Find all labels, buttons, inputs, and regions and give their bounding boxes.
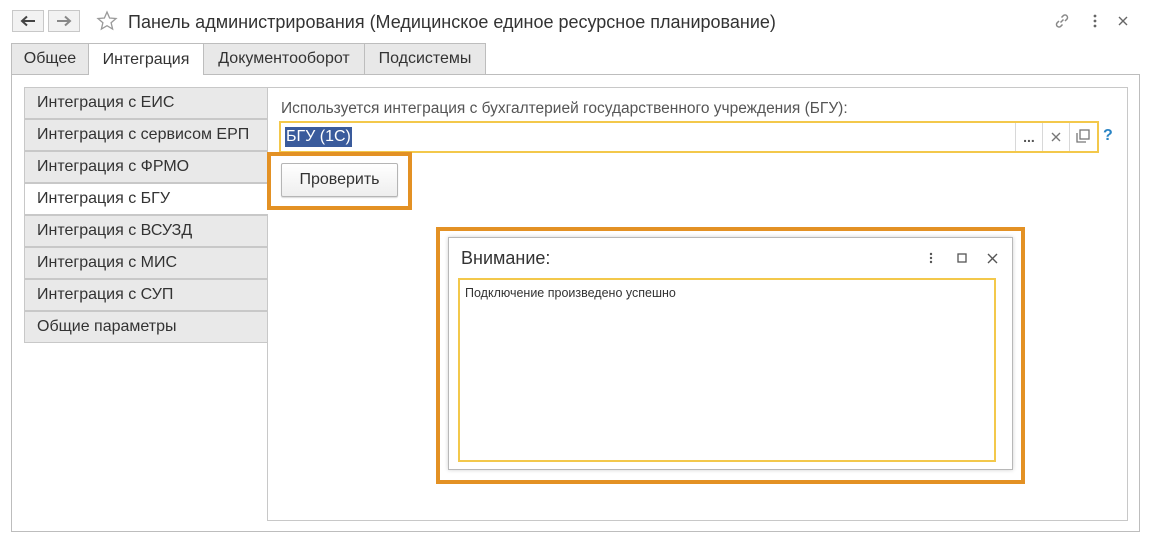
forward-button[interactable]	[48, 10, 80, 32]
tab-document-flow[interactable]: Документооборот	[203, 43, 365, 74]
close-icon[interactable]	[1114, 12, 1132, 30]
select-button[interactable]: ...	[1015, 123, 1042, 151]
more-vertical-icon[interactable]	[1086, 12, 1104, 30]
sidebar-item-erp[interactable]: Интеграция с сервисом ЕРП	[24, 119, 268, 151]
sidebar-item-bgu[interactable]: Интеграция с БГУ	[24, 183, 268, 215]
open-button[interactable]	[1069, 123, 1096, 151]
link-icon[interactable]	[1053, 12, 1071, 30]
dialog-more-icon[interactable]	[923, 250, 939, 266]
open-window-icon	[1076, 128, 1090, 146]
check-button[interactable]: Проверить	[281, 163, 398, 197]
tab-integration[interactable]: Интеграция	[88, 43, 204, 75]
help-icon[interactable]: ?	[1103, 127, 1113, 145]
sidebar-item-mis[interactable]: Интеграция с МИС	[24, 247, 268, 279]
window-title: Панель администрирования (Медицинское ед…	[128, 12, 776, 32]
dialog-message-area	[458, 278, 996, 462]
dialog-maximize-icon[interactable]	[954, 250, 970, 266]
sidebar-item-eis[interactable]: Интеграция с ЕИС	[24, 87, 268, 119]
sidebar-item-vsuzd[interactable]: Интеграция с ВСУЗД	[24, 215, 268, 247]
back-button[interactable]	[12, 10, 44, 32]
dialog-close-icon[interactable]	[984, 250, 1000, 266]
sidebar-item-sup[interactable]: Интеграция с СУП	[24, 279, 268, 311]
dialog-title: Внимание:	[461, 248, 551, 268]
sidebar-item-frmo[interactable]: Интеграция с ФРМО	[24, 151, 268, 183]
bgu-select-field[interactable]	[279, 121, 1099, 153]
clear-icon	[1051, 129, 1061, 145]
forward-arrow-icon	[56, 15, 72, 27]
star-icon[interactable]	[96, 10, 118, 32]
clear-button[interactable]	[1042, 123, 1069, 151]
back-arrow-icon	[20, 15, 36, 27]
dialog-message: Подключение произведено успешно	[465, 286, 676, 300]
tab-general[interactable]: Общее	[11, 43, 89, 74]
sidebar-item-general-params[interactable]: Общие параметры	[24, 311, 268, 343]
bgu-field-value[interactable]: БГУ (1С)	[285, 127, 352, 147]
tab-subsystems[interactable]: Подсистемы	[364, 43, 486, 74]
bgu-field-label: Используется интеграция с бухгалтерией г…	[281, 100, 848, 117]
